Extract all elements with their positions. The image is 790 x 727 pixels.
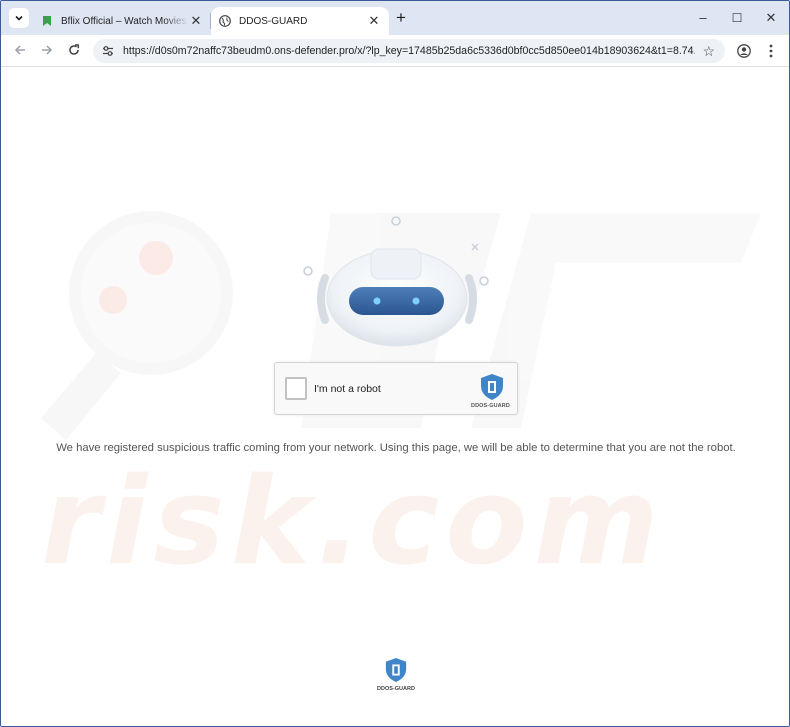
globe-icon xyxy=(219,15,231,27)
profile-button[interactable] xyxy=(734,41,754,61)
browser-window: Bflix Official – Watch Movies and TV Sho… xyxy=(0,0,790,727)
close-icon[interactable]: ✕ xyxy=(367,13,381,29)
maximize-button[interactable]: ☐ xyxy=(728,9,746,27)
reload-button[interactable] xyxy=(64,41,84,61)
chevron-down-icon xyxy=(15,15,23,21)
tab-title: Bflix Official – Watch Movies and TV Sho… xyxy=(61,15,189,27)
bookmark-star-icon[interactable]: ☆ xyxy=(702,43,715,59)
address-bar[interactable]: https://d0s0m72naffc73beudm0.ons-defende… xyxy=(93,39,725,63)
robot-illustration xyxy=(303,216,489,347)
captcha-label: I'm not a robot xyxy=(314,383,381,395)
tab-strip: Bflix Official – Watch Movies and TV Sho… xyxy=(1,1,789,35)
new-tab-button[interactable]: + xyxy=(391,8,411,28)
tab-ddos-guard[interactable]: DDOS-GUARD ✕ xyxy=(211,7,389,35)
svg-text:risk.com: risk.com xyxy=(41,453,665,592)
ddos-guard-shield-icon xyxy=(385,658,407,682)
forward-button[interactable] xyxy=(37,41,57,61)
tab-title: DDOS-GUARD xyxy=(239,15,308,27)
ddos-guard-shield-icon xyxy=(481,374,503,400)
arrow-left-icon xyxy=(14,45,25,55)
more-vertical-icon xyxy=(769,44,773,58)
window-close-button[interactable]: ✕ xyxy=(762,9,780,27)
footer-brand: DDOS-GUARD xyxy=(377,686,415,692)
arrow-right-icon xyxy=(42,45,53,55)
captcha-brand: DDOS-GUARD xyxy=(471,403,510,409)
captcha-widget: I'm not a robot DDOS-GUARD xyxy=(274,362,518,415)
tune-icon xyxy=(103,46,113,56)
captcha-checkbox[interactable] xyxy=(285,377,307,400)
browser-toolbar: https://d0s0m72naffc73beudm0.ons-defende… xyxy=(1,35,789,67)
site-info-button[interactable] xyxy=(96,39,120,63)
tab-search-button[interactable] xyxy=(9,8,29,28)
url-text[interactable]: https://d0s0m72naffc73beudm0.ons-defende… xyxy=(123,45,695,57)
reload-icon xyxy=(69,44,80,55)
close-icon[interactable]: ✕ xyxy=(189,13,203,29)
minimize-button[interactable]: – xyxy=(694,9,712,27)
back-button[interactable] xyxy=(10,41,30,61)
page-content: risk.com I'm not a robot DDOS-GUARD We h… xyxy=(1,68,789,726)
bookmark-green-icon xyxy=(43,16,51,26)
tab-bflix[interactable]: Bflix Official – Watch Movies and TV Sho… xyxy=(33,7,211,35)
menu-button[interactable] xyxy=(761,41,781,61)
account-circle-icon xyxy=(737,44,751,58)
warning-message: We have registered suspicious traffic co… xyxy=(56,442,736,454)
